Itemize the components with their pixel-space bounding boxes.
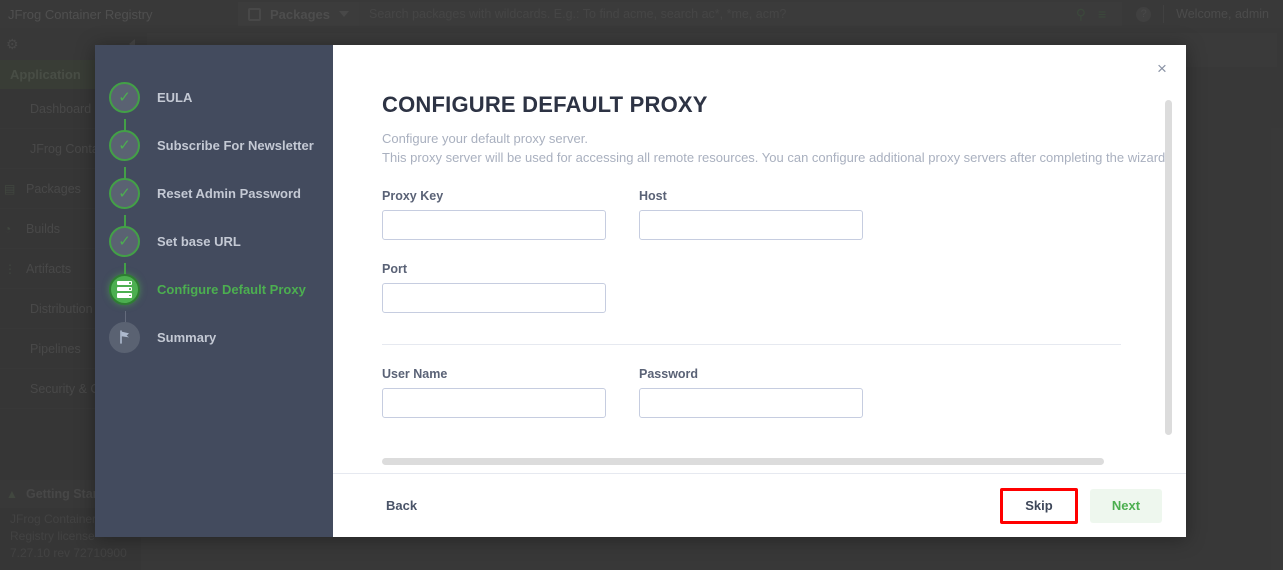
section-divider: [382, 344, 1121, 345]
wizard-step-label: Set base URL: [157, 233, 241, 249]
skip-button[interactable]: Skip: [1003, 490, 1075, 521]
wizard-footer: Back Skip Next: [333, 473, 1186, 537]
page-title: CONFIGURE DEFAULT PROXY: [382, 92, 708, 117]
field-proxy-key: Proxy Key: [382, 189, 606, 240]
wizard-step-label: EULA: [157, 89, 193, 105]
horizontal-scrollbar[interactable]: [382, 458, 1104, 465]
vertical-scrollbar[interactable]: [1165, 100, 1172, 435]
step-status-circle: ✓: [109, 129, 140, 161]
wizard-step-label: Configure Default Proxy: [157, 281, 306, 297]
form-row-credentials: User Name Password: [382, 367, 1186, 418]
wizard-step-reset-admin-password[interactable]: ✓ Reset Admin Password: [95, 169, 333, 233]
check-icon: ✓: [118, 184, 131, 202]
port-input[interactable]: [382, 283, 606, 313]
proxy-key-input[interactable]: [382, 210, 606, 240]
wizard-form-body: CONFIGURE DEFAULT PROXY Configure your d…: [333, 45, 1186, 473]
form-row-port: Port: [382, 262, 1186, 313]
page-description: Configure your default proxy server. Thi…: [382, 129, 1186, 167]
password-input[interactable]: [639, 388, 863, 418]
back-button[interactable]: Back: [382, 490, 421, 521]
field-label: Password: [639, 367, 699, 381]
wizard-step-label: Reset Admin Password: [157, 185, 302, 201]
field-label: Proxy Key: [382, 189, 444, 203]
check-icon: ✓: [118, 136, 131, 154]
next-button[interactable]: Next: [1090, 488, 1162, 523]
wizard-step-label: Summary: [157, 329, 217, 345]
field-host: Host: [639, 189, 863, 240]
field-password: Password: [639, 367, 863, 418]
field-label: Host: [639, 189, 667, 203]
wizard-step-subscribe-for-newsletter[interactable]: ✓ Subscribe For Newsletter: [95, 121, 333, 185]
page-description-line-1: Configure your default proxy server.: [382, 131, 588, 146]
step-status-circle: ✓: [109, 177, 140, 209]
onboarding-wizard-modal: ✓ EULA ✓ Subscribe For Newsletter ✓ Rese…: [95, 45, 1186, 537]
page-description-line-2: This proxy server will be used for acces…: [382, 150, 1169, 165]
wizard-step-configure-default-proxy[interactable]: Configure Default Proxy: [95, 265, 333, 329]
check-icon: ✓: [118, 232, 131, 250]
step-status-circle: ✓: [109, 81, 140, 113]
step-status-circle: ✓: [109, 225, 140, 257]
field-port: Port: [382, 262, 606, 313]
form-row-proxy-host: Proxy Key Host: [382, 189, 1186, 240]
wizard-step-set-base-url[interactable]: ✓ Set base URL: [95, 217, 333, 281]
step-status-circle: [109, 321, 140, 353]
wizard-step-label: Subscribe For Newsletter: [157, 137, 314, 153]
wizard-content-panel: × CONFIGURE DEFAULT PROXY Configure your…: [333, 45, 1186, 537]
check-icon: ✓: [118, 88, 131, 106]
field-user-name: User Name: [382, 367, 606, 418]
skip-button-highlight: Skip: [1000, 487, 1078, 524]
server-stack-icon: [117, 280, 132, 298]
field-label: User Name: [382, 367, 448, 381]
field-label: Port: [382, 262, 407, 276]
user-name-input[interactable]: [382, 388, 606, 418]
wizard-steps-panel: ✓ EULA ✓ Subscribe For Newsletter ✓ Rese…: [95, 45, 333, 537]
wizard-step-eula[interactable]: ✓ EULA: [95, 73, 333, 137]
host-input[interactable]: [639, 210, 863, 240]
flag-icon: [119, 330, 129, 344]
wizard-step-summary[interactable]: Summary: [95, 313, 333, 361]
step-status-circle: [109, 273, 140, 305]
